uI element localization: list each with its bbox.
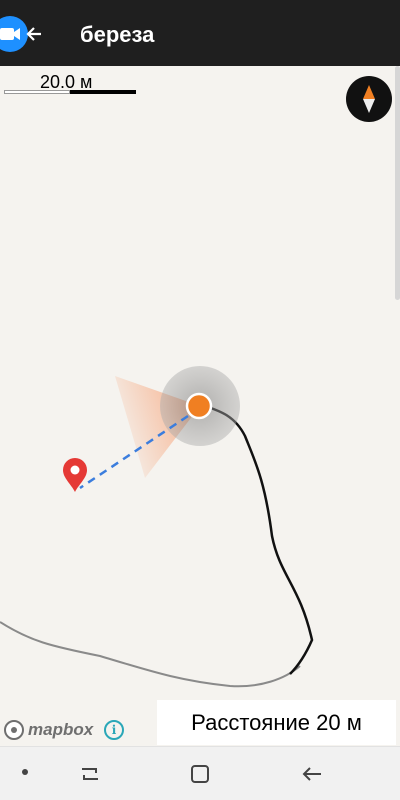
info-icon[interactable]: i [104,720,124,740]
map-canvas[interactable] [0,66,400,746]
current-location-dot [185,392,213,420]
track-line [204,404,314,675]
arrow-left-icon[interactable] [20,20,48,48]
distance-panel: Расстояние 20 м [157,700,396,745]
distance-label: Расстояние 20 м [191,709,362,735]
mapbox-icon [4,720,24,740]
map-scale: 20.0 м [4,70,144,98]
mapbox-logo[interactable]: mapbox [4,718,93,742]
page-title: береза [80,22,155,47]
scale-bar [4,90,136,94]
mapbox-label: mapbox [28,720,94,739]
compass-icon[interactable] [346,76,392,122]
road-line [0,621,301,688]
scrollbar[interactable] [395,66,400,300]
recent-apps-icon[interactable] [75,759,105,789]
back-icon[interactable] [297,759,327,789]
nav-dot [22,769,28,775]
system-navbar [0,746,400,800]
app-header: береза [0,0,400,66]
home-icon[interactable] [185,759,215,789]
